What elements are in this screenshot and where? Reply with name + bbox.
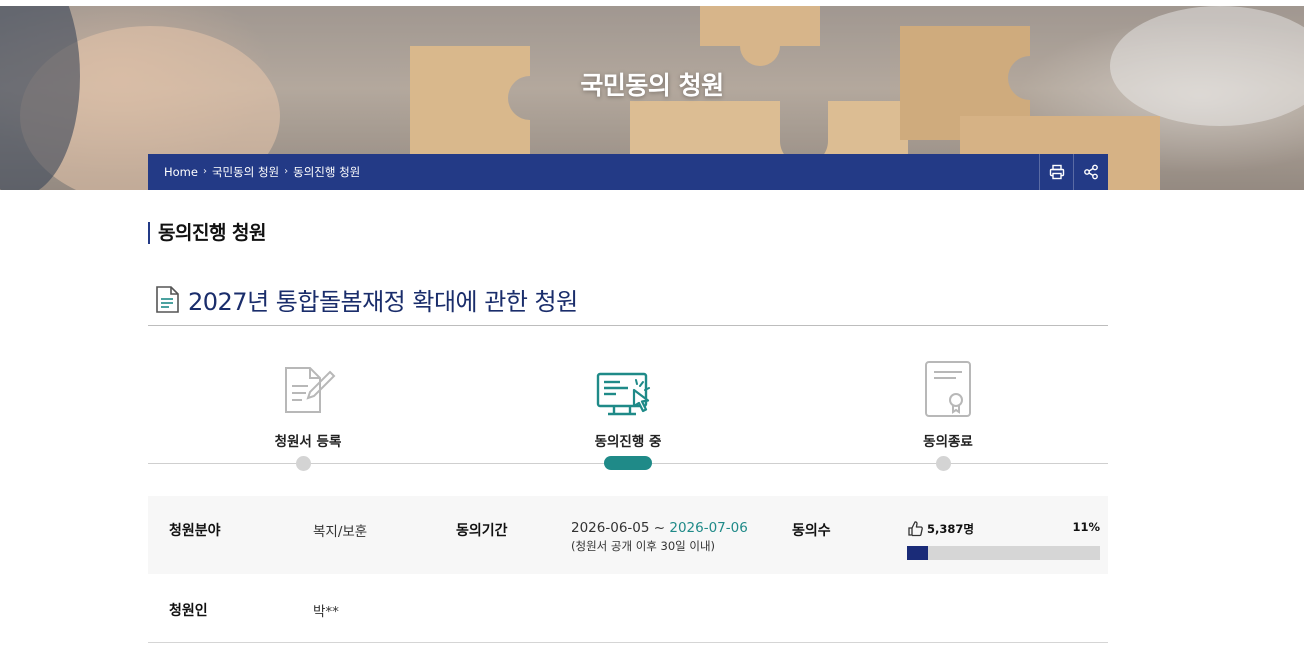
- certificate-icon: [925, 361, 971, 417]
- period-note: (청원서 공개 이후 30일 이내): [571, 539, 716, 553]
- step-label: 청원서 등록: [274, 434, 342, 450]
- consent-count-row: 5,387명: [907, 520, 974, 537]
- period-value: 2026-06-05 ~ 2026-07-06: [571, 520, 748, 536]
- consent-count: 5,387명: [927, 521, 974, 536]
- info-row: 청원인 박**: [148, 574, 1108, 643]
- petition-title: 2027년 통합돌봄재정 확대에 관한 청원: [188, 288, 578, 316]
- breadcrumb-current[interactable]: 동의진행 청원: [293, 154, 360, 190]
- step-in-progress: 동의진행 중: [548, 352, 708, 450]
- share-button[interactable]: [1073, 154, 1107, 190]
- breadcrumb-home[interactable]: Home: [164, 154, 198, 190]
- step-label: 동의종료: [923, 434, 973, 450]
- breadcrumb-separator: ›: [202, 166, 207, 177]
- breadcrumb: Home › 국민동의 청원 › 동의진행 청원: [164, 154, 360, 190]
- step-marker-active: [604, 456, 652, 470]
- banner-title: 국민동의 청원: [580, 71, 724, 100]
- period-end: 2026-07-06: [669, 520, 748, 536]
- consent-label: 동의수: [792, 523, 831, 539]
- petitioner-label: 청원인: [169, 603, 208, 619]
- consent-progress-bar: [907, 546, 1100, 560]
- step-closed: 동의종료: [868, 352, 1028, 450]
- section-title: 동의진행 청원: [148, 222, 267, 244]
- printer-icon: [1049, 164, 1064, 180]
- petition-title-row: 2027년 통합돌봄재정 확대에 관한 청원: [155, 282, 578, 317]
- info-row: 청원분야 복지/보훈 동의기간 2026-06-05 ~ 2026-07-06 …: [148, 496, 1108, 574]
- step-marker: [296, 456, 311, 471]
- step-marker: [936, 456, 951, 471]
- category-label: 청원분야: [169, 523, 221, 539]
- step-registration: 청원서 등록: [228, 352, 388, 450]
- petitioner-value: 박**: [313, 604, 339, 620]
- print-button[interactable]: [1039, 154, 1073, 190]
- thumbs-up-icon: [908, 521, 923, 537]
- title-divider: [148, 325, 1108, 326]
- breadcrumb-bar: Home › 국민동의 청원 › 동의진행 청원: [148, 154, 1108, 190]
- consent-progress-fill: [907, 546, 928, 560]
- breadcrumb-separator: ›: [284, 166, 289, 177]
- share-icon: [1083, 164, 1098, 180]
- monitor-click-icon: [596, 372, 650, 416]
- period-start: 2026-06-05 ~: [571, 520, 670, 536]
- consent-percent: 11%: [1072, 520, 1100, 534]
- category-value: 복지/보훈: [313, 524, 368, 540]
- step-label: 동의진행 중: [594, 434, 662, 450]
- document-icon: [156, 286, 179, 313]
- period-label: 동의기간: [456, 523, 508, 539]
- document-pen-icon: [285, 367, 336, 413]
- hero-banner: 국민동의 청원 Home › 국민동의 청원 › 동의진행 청원: [0, 6, 1304, 190]
- breadcrumb-petition[interactable]: 국민동의 청원: [212, 154, 279, 190]
